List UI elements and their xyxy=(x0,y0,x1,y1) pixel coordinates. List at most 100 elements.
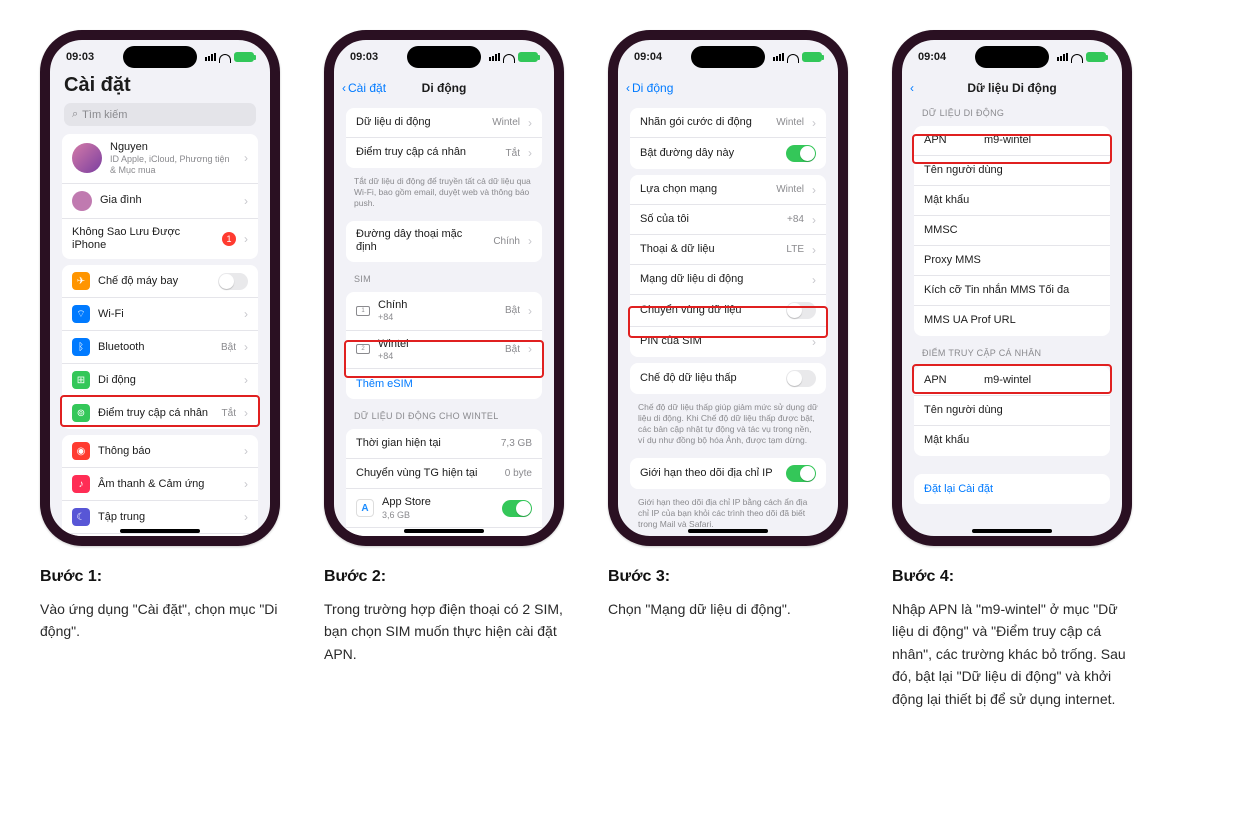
section-header: DỮ LIỆU DI ĐỘNG CHO WINTEL xyxy=(342,405,546,423)
warning-badge: 1 xyxy=(222,232,236,246)
phone-2: 09:03 ‹ Cài đặt Di động Dữ liệu di độngW… xyxy=(324,30,564,546)
moon-icon: ☾ xyxy=(72,508,90,526)
airplane-row[interactable]: ✈Chế độ máy bay xyxy=(62,265,258,298)
my-number-row[interactable]: Số của tôi+84› xyxy=(630,205,826,235)
step-3: 09:04 ‹ Di động Nhãn gói cước di độngWin… xyxy=(608,30,848,620)
data-roaming-row: Chuyển vùng dữ liệu xyxy=(630,295,826,327)
roaming-toggle[interactable] xyxy=(786,302,816,319)
sounds-row[interactable]: ♪Âm thanh & Cảm ứng› xyxy=(62,468,258,501)
phone-3: 09:04 ‹ Di động Nhãn gói cước di độngWin… xyxy=(608,30,848,546)
status-time: 09:03 xyxy=(66,51,94,63)
mms-proxy-row[interactable]: Proxy MMS xyxy=(914,246,1110,276)
back-button[interactable]: ‹ Di động xyxy=(626,81,673,95)
apn-row[interactable]: APNm9-wintel xyxy=(914,126,1110,156)
add-esim-row[interactable]: Thêm eSIM xyxy=(346,369,542,399)
appstore-icon: A xyxy=(356,499,374,517)
default-line-row[interactable]: Đường dây thoại mặc địnhChính› xyxy=(346,221,542,261)
back-button[interactable]: ‹ Cài đặt xyxy=(342,81,386,95)
step-1: 09:03 Cài đặt ⌕Tìm kiếm NguyenID Apple, … xyxy=(40,30,280,643)
profile-row[interactable]: NguyenID Apple, iCloud, Phương tiện & Mụ… xyxy=(62,134,258,184)
caption-4: Bước 4: Nhập APN là "m9-wintel" ở mục "D… xyxy=(892,568,1132,710)
cellular-icon: ⊞ xyxy=(72,371,90,389)
hotspot-row[interactable]: ⊚Điểm truy cập cá nhânTắt› xyxy=(62,397,258,429)
lowdata-toggle[interactable] xyxy=(786,370,816,387)
signal-icon xyxy=(205,53,216,61)
steps-container: 09:03 Cài đặt ⌕Tìm kiếm NguyenID Apple, … xyxy=(40,30,1202,710)
bluetooth-icon: ᛒ xyxy=(72,338,90,356)
nav-title: Dữ liệu Di động xyxy=(967,81,1056,95)
nav-title: Di động xyxy=(422,81,467,95)
app-toggle[interactable] xyxy=(502,500,532,517)
avatar xyxy=(72,143,102,173)
app-store-row[interactable]: AApp Store3,6 GB xyxy=(346,489,542,528)
wifi-row[interactable]: ⌔Wi-Fi› xyxy=(62,298,258,331)
username-row[interactable]: Tên người dùng xyxy=(914,156,1110,186)
roaming-period-row[interactable]: Chuyển vùng TG hiện tại0 byte xyxy=(346,459,542,489)
phone-4: 09:04 ‹ Dữ liệu Di động DỮ LIỆU DI ĐỘNG … xyxy=(892,30,1132,546)
back-button[interactable]: ‹ xyxy=(910,81,914,95)
screentime-row[interactable]: ⧗Thời gian sử dụng› xyxy=(62,534,258,536)
data-network-row[interactable]: Mạng dữ liệu di động› xyxy=(630,265,826,295)
sim-icon: 1 xyxy=(356,306,370,316)
nav-bar: ‹ Cài đặt Di động xyxy=(334,74,554,102)
section-header: DỮ LIỆU DI ĐỘNG xyxy=(910,102,1114,120)
section-header: SIM xyxy=(342,268,546,286)
voice-data-row[interactable]: Thoại & dữ liệuLTE› xyxy=(630,235,826,265)
chevron-icon: › xyxy=(244,151,248,165)
search-icon: ⌕ xyxy=(72,108,78,121)
step-title: Bước 1: xyxy=(40,568,280,586)
network-select-row[interactable]: Lựa chọn mạngWintel› xyxy=(630,175,826,205)
current-period-row[interactable]: Thời gian hiện tại7,3 GB xyxy=(346,429,542,459)
bell-icon: ◉ xyxy=(72,442,90,460)
hotspot-pass-row[interactable]: Mật khẩu xyxy=(914,426,1110,456)
phone-1: 09:03 Cài đặt ⌕Tìm kiếm NguyenID Apple, … xyxy=(40,30,280,546)
reset-row[interactable]: Đặt lại Cài đặt xyxy=(914,474,1110,504)
home-indicator xyxy=(120,529,200,533)
hotspot-row[interactable]: Điểm truy cập cá nhânTắt› xyxy=(346,138,542,168)
family-avatar xyxy=(72,191,92,211)
apn-value: m9-wintel xyxy=(984,374,1100,387)
low-data-row: Chế độ dữ liệu thấp xyxy=(630,363,826,394)
mmsc-row[interactable]: MMSC xyxy=(914,216,1110,246)
notch xyxy=(123,46,197,68)
sim-primary-row[interactable]: 1Chính+84Bật› xyxy=(346,292,542,331)
mobile-data-row[interactable]: Dữ liệu di độngWintel› xyxy=(346,108,542,138)
hotspot-user-row[interactable]: Tên người dùng xyxy=(914,396,1110,426)
airplane-toggle[interactable] xyxy=(218,273,248,290)
profile-name: Nguyen xyxy=(110,141,148,153)
hotspot-apn-row[interactable]: APNm9-wintel xyxy=(914,366,1110,396)
mms-max-row[interactable]: Kích cỡ Tin nhắn MMS Tối đa xyxy=(914,276,1110,306)
footer-text: Tắt dữ liệu di động để truyền tất cả dữ … xyxy=(342,174,546,215)
wifi-settings-icon: ⌔ xyxy=(72,305,90,323)
step-desc: Vào ứng dụng "Cài đặt", chọn mục "Di độn… xyxy=(40,598,280,643)
ip-limit-row: Giới hạn theo dõi địa chỉ IP xyxy=(630,458,826,489)
section-header: ĐIỂM TRUY CẬP CÁ NHÂN xyxy=(910,342,1114,360)
caption-2: Bước 2: Trong trường hợp điện thoại có 2… xyxy=(324,568,564,665)
password-row[interactable]: Mật khẩu xyxy=(914,186,1110,216)
family-row[interactable]: Gia đình › xyxy=(62,184,258,219)
apn-value: m9-wintel xyxy=(984,134,1100,147)
battery-icon xyxy=(234,52,254,62)
caption-1: Bước 1: Vào ứng dụng "Cài đặt", chọn mục… xyxy=(40,568,280,643)
backup-row[interactable]: Không Sao Lưu Được iPhone 1 › xyxy=(62,219,258,259)
speaker-icon: ♪ xyxy=(72,475,90,493)
sim-pin-row[interactable]: PIN của SIM› xyxy=(630,327,826,357)
airplane-icon: ✈ xyxy=(72,272,90,290)
step-4: 09:04 ‹ Dữ liệu Di động DỮ LIỆU DI ĐỘNG … xyxy=(892,30,1132,710)
wifi-icon xyxy=(219,54,231,63)
search-input[interactable]: ⌕Tìm kiếm xyxy=(64,103,256,126)
page-title: Cài đặt xyxy=(58,74,262,103)
caption-3: Bước 3: Chọn "Mạng dữ liệu di động". xyxy=(608,568,848,620)
iplimit-toggle[interactable] xyxy=(786,465,816,482)
sim-wintel-row[interactable]: 2Wintel+84Bật› xyxy=(346,331,542,370)
hotspot-icon: ⊚ xyxy=(72,404,90,422)
cellular-row[interactable]: ⊞Di động› xyxy=(62,364,258,397)
notifications-row[interactable]: ◉Thông báo› xyxy=(62,435,258,468)
bluetooth-row[interactable]: ᛒBluetoothBật› xyxy=(62,331,258,364)
enable-line-row: Bật đường dây này xyxy=(630,138,826,169)
plan-label-row[interactable]: Nhãn gói cước di độngWintel› xyxy=(630,108,826,138)
line-toggle[interactable] xyxy=(786,145,816,162)
sim-icon: 2 xyxy=(356,344,370,354)
step-2: 09:03 ‹ Cài đặt Di động Dữ liệu di độngW… xyxy=(324,30,564,665)
ua-prof-row[interactable]: MMS UA Prof URL xyxy=(914,306,1110,336)
